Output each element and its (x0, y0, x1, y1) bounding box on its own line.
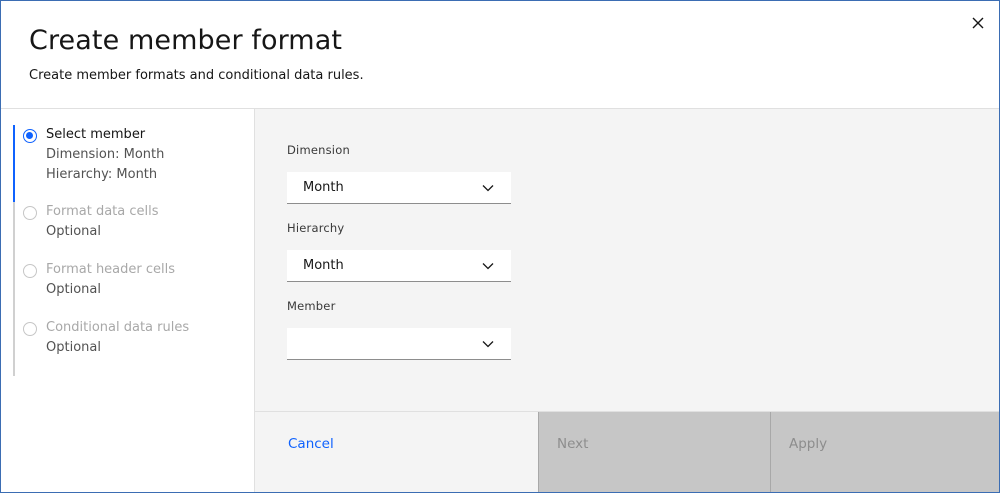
dimension-label: Dimension (287, 143, 350, 157)
modal-title: Create member format (29, 25, 343, 56)
step-detail: Optional (46, 340, 101, 355)
radio-step-icon (23, 129, 37, 143)
chevron-down-icon (482, 263, 494, 270)
step-format-data-cells[interactable]: Format data cells Optional (13, 202, 243, 260)
next-label: Next (557, 436, 589, 452)
modal-header: Create member format Create member forma… (1, 1, 999, 109)
cancel-button[interactable]: Cancel (255, 412, 538, 492)
modal-subtitle: Create member formats and conditional da… (29, 68, 364, 83)
member-label: Member (287, 299, 336, 313)
dimension-select[interactable]: Month (287, 172, 511, 204)
hierarchy-value: Month (303, 258, 344, 273)
dimension-value: Month (303, 180, 344, 195)
step-conditional-data-rules[interactable]: Conditional data rules Optional (13, 318, 243, 376)
apply-button[interactable]: Apply (770, 412, 999, 492)
step-label: Format data cells (46, 204, 159, 219)
hierarchy-label: Hierarchy (287, 221, 345, 235)
radio-step-icon (23, 206, 37, 220)
step-format-header-cells[interactable]: Format header cells Optional (13, 260, 243, 318)
close-button[interactable] (965, 10, 991, 36)
step-detail: Dimension: Month (46, 147, 165, 162)
step-detail: Optional (46, 224, 101, 239)
hierarchy-select[interactable]: Month (287, 250, 511, 282)
create-member-format-modal: Create member format Create member forma… (0, 0, 1000, 493)
member-select[interactable] (287, 328, 511, 360)
modal-footer: Cancel Next Apply (255, 411, 999, 492)
radio-step-icon (23, 322, 37, 336)
step-detail: Hierarchy: Month (46, 167, 158, 182)
chevron-down-icon (482, 185, 494, 192)
chevron-down-icon (482, 341, 494, 348)
step-select-member[interactable]: Select member Dimension: Month Hierarchy… (13, 125, 243, 202)
step-label: Format header cells (46, 262, 176, 277)
close-icon (972, 17, 984, 29)
next-button[interactable]: Next (538, 412, 770, 492)
cancel-label: Cancel (288, 436, 334, 452)
form-panel: Dimension Month Hierarchy Month Member (255, 109, 999, 411)
apply-label: Apply (789, 436, 828, 452)
step-label: Select member (46, 127, 146, 142)
steps-sidebar: Select member Dimension: Month Hierarchy… (1, 109, 255, 492)
radio-step-icon (23, 264, 37, 278)
step-label: Conditional data rules (46, 320, 190, 335)
step-detail: Optional (46, 282, 101, 297)
